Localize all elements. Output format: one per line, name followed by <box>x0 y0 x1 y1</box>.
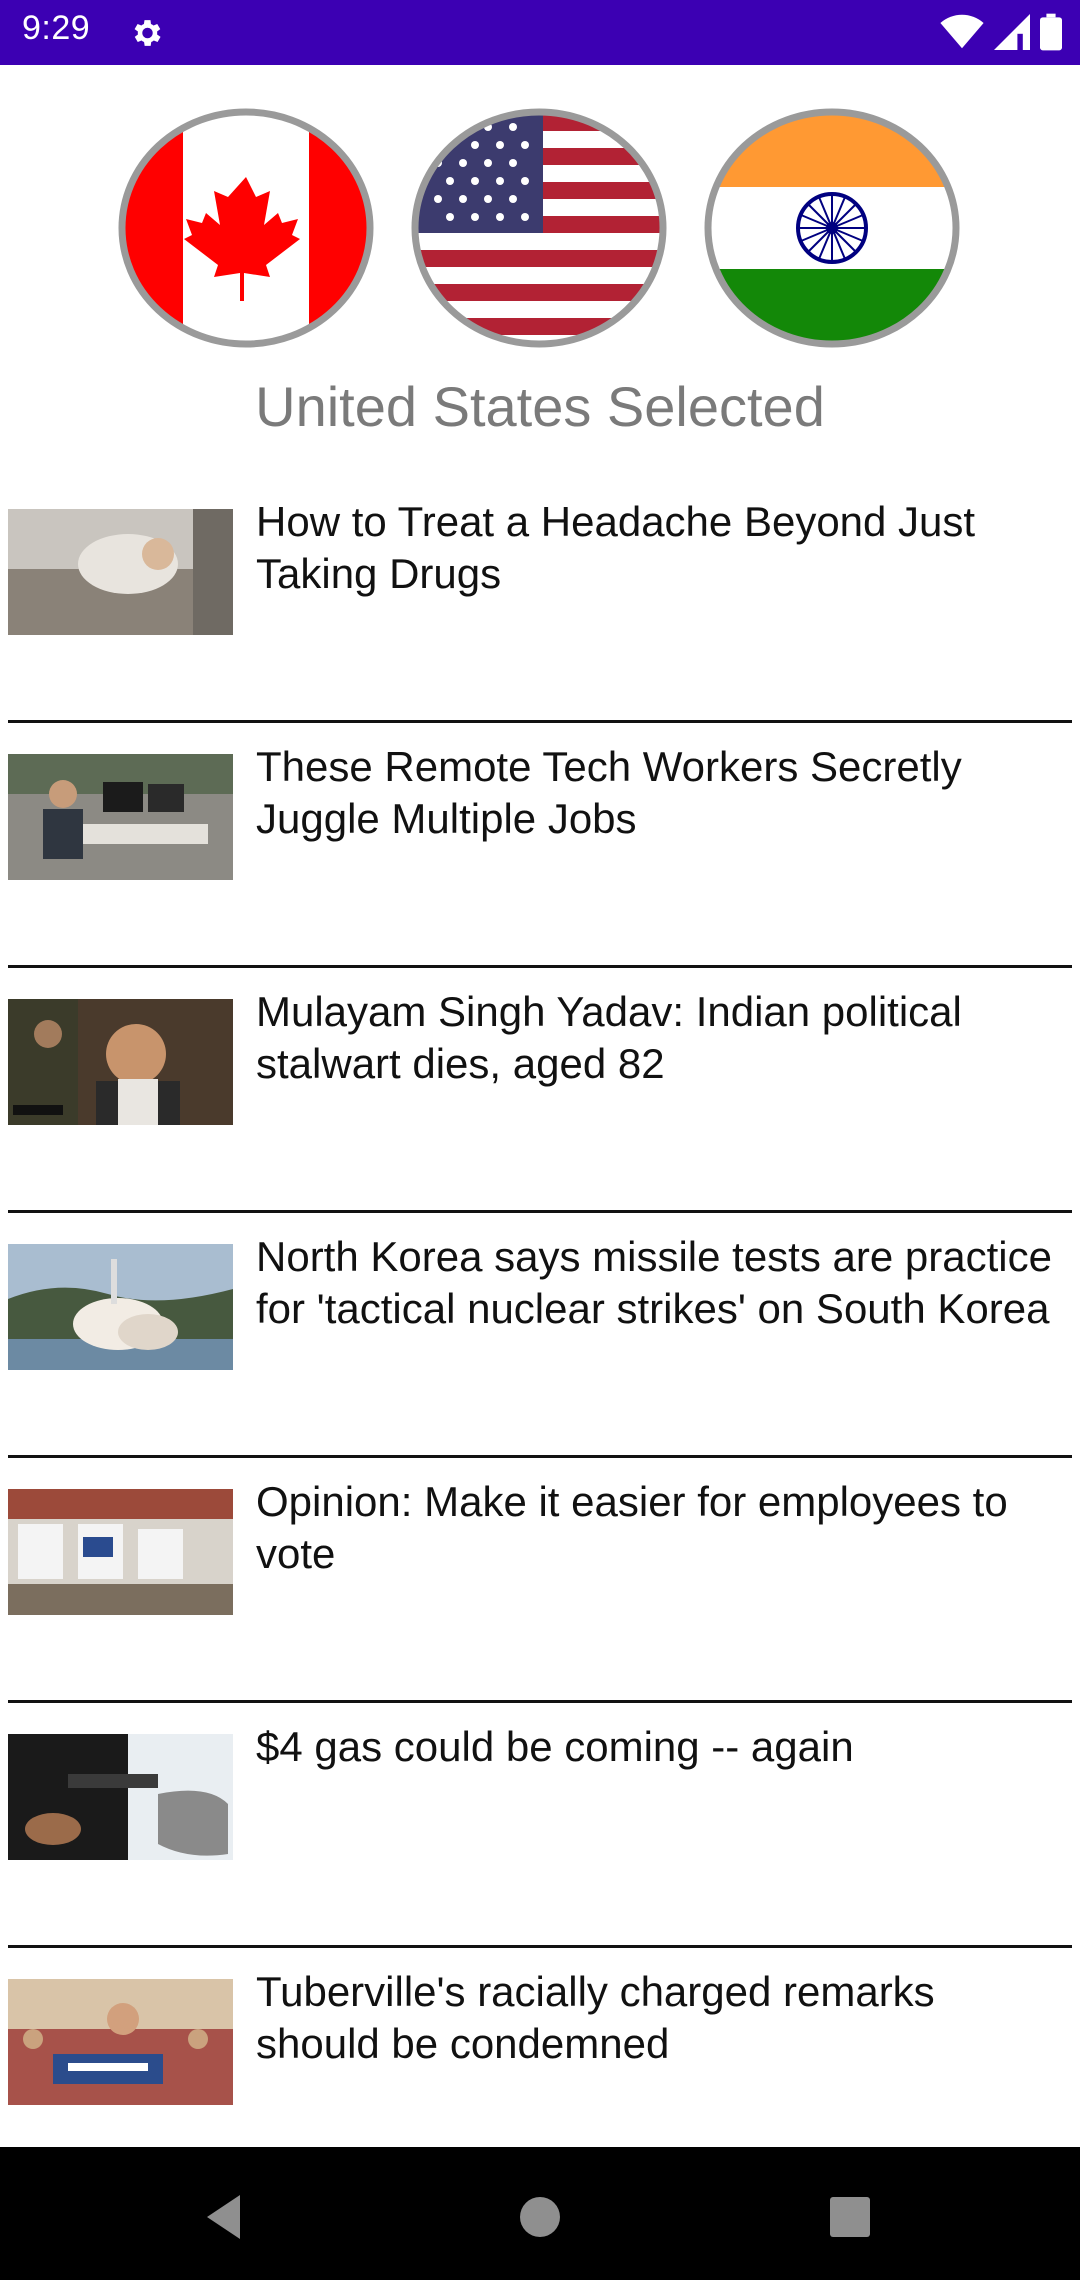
news-item[interactable]: How to Treat a Headache Beyond Just Taki… <box>0 478 1080 723</box>
news-item[interactable]: North Korea says missile tests are pract… <box>0 1213 1080 1458</box>
country-selector <box>115 105 965 355</box>
news-title: $4 gas could be coming -- again <box>256 1723 854 1770</box>
status-time: 9:29 <box>22 9 91 47</box>
status-bar: 9:29 <box>0 0 1080 65</box>
battery-icon <box>1040 13 1062 51</box>
recents-icon[interactable] <box>820 2187 880 2247</box>
home-icon[interactable] <box>510 2187 570 2247</box>
news-item[interactable]: These Remote Tech Workers Secretly Juggl… <box>0 723 1080 968</box>
gear-icon <box>134 20 161 46</box>
news-title: How to Treat a Headache Beyond Just Taki… <box>256 498 976 597</box>
india-flag-button[interactable] <box>701 105 963 351</box>
india-flag-icon <box>704 108 960 348</box>
news-item[interactable]: Mulayam Singh Yadav: Indian political st… <box>0 968 1080 1213</box>
news-thumbnail <box>8 509 233 635</box>
back-icon[interactable] <box>195 2187 255 2247</box>
news-thumbnail <box>8 754 233 880</box>
news-thumbnail <box>8 1244 233 1370</box>
wifi-icon <box>940 14 984 49</box>
news-thumbnail <box>8 999 233 1125</box>
news-thumbnail <box>8 1734 233 1860</box>
navigation-bar <box>0 2147 1080 2280</box>
usa-flag-icon <box>411 108 667 348</box>
news-title: These Remote Tech Workers Secretly Juggl… <box>256 743 962 842</box>
news-title: Mulayam Singh Yadav: Indian political st… <box>256 988 962 1087</box>
news-list: How to Treat a Headache Beyond Just Taki… <box>0 478 1080 2193</box>
cell-signal-icon <box>994 14 1030 50</box>
usa-flag-button[interactable] <box>408 105 670 351</box>
selected-country-label: United States Selected <box>255 375 825 438</box>
news-title: Opinion: Make it easier for employees to… <box>256 1478 1008 1577</box>
canada-flag-button[interactable] <box>115 105 377 351</box>
news-title: Tuberville's racially charged remarks sh… <box>256 1968 935 2067</box>
news-thumbnail <box>8 1489 233 1615</box>
canada-flag-icon <box>118 108 374 348</box>
news-thumbnail <box>8 1979 233 2105</box>
news-title: North Korea says missile tests are pract… <box>256 1233 1052 1332</box>
news-item[interactable]: $4 gas could be coming -- again <box>0 1703 1080 1948</box>
news-item[interactable]: Opinion: Make it easier for employees to… <box>0 1458 1080 1703</box>
